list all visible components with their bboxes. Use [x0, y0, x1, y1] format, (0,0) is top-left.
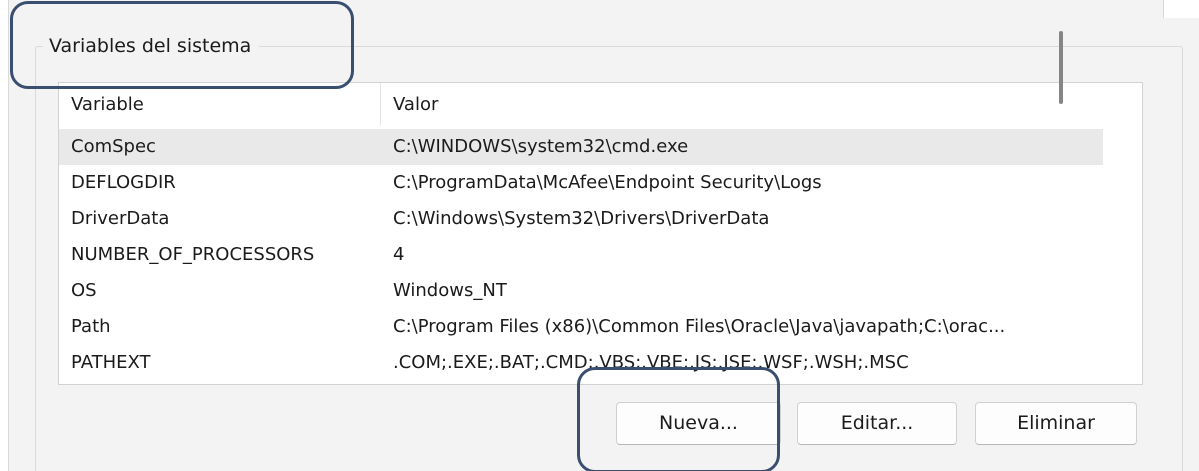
table-row[interactable]: NUMBER_OF_PROCESSORS 4 [59, 237, 1103, 273]
row-variable-value: C:\WINDOWS\system32\cmd.exe [393, 136, 689, 157]
table-row[interactable]: DriverData C:\Windows\System32\Drivers\D… [59, 201, 1103, 237]
row-variable-value: 4 [393, 244, 405, 265]
panel-border-left [8, 0, 9, 471]
table-row[interactable]: DEFLOGDIR C:\ProgramData\McAfee\Endpoint… [59, 165, 1103, 201]
annotation-highlight-new-button [577, 367, 780, 471]
edit-variable-button[interactable]: Editar... [797, 402, 957, 445]
delete-variable-button[interactable]: Eliminar [975, 402, 1137, 445]
row-variable-value: C:\ProgramData\McAfee\Endpoint Security\… [393, 172, 822, 193]
row-variable-name: NUMBER_OF_PROCESSORS [71, 244, 315, 265]
table-row[interactable]: ComSpec C:\WINDOWS\system32\cmd.exe [59, 129, 1103, 165]
row-variable-name: ComSpec [71, 136, 156, 157]
column-header-value[interactable]: Valor [381, 83, 1101, 126]
list-header: Variable Valor [59, 83, 1101, 126]
vertical-scrollbar[interactable] [1105, 83, 1142, 384]
row-variable-value: C:\Windows\System32\Drivers\DriverData [393, 208, 770, 229]
environment-variables-dialog: Variables del sistema Variable Valor Com… [0, 0, 1199, 471]
annotation-highlight-title [10, 1, 354, 89]
column-header-variable[interactable]: Variable [59, 83, 380, 126]
row-variable-name: DriverData [71, 208, 170, 229]
row-variable-name: DEFLOGDIR [71, 172, 176, 193]
row-variable-name: OS [71, 280, 97, 301]
window-edge [0, 0, 8, 471]
table-row[interactable]: Path C:\Program Files (x86)\Common Files… [59, 309, 1103, 345]
row-variable-value: C:\Program Files (x86)\Common Files\Orac… [393, 316, 1006, 337]
window-edge-right [1164, 0, 1199, 18]
system-variables-list[interactable]: Variable Valor ComSpec C:\WINDOWS\system… [58, 82, 1143, 385]
row-variable-name: Path [71, 316, 111, 337]
row-variable-name: PATHEXT [71, 352, 151, 373]
row-variable-value: Windows_NT [393, 280, 507, 301]
list-rows: ComSpec C:\WINDOWS\system32\cmd.exe DEFL… [59, 129, 1103, 381]
scrollbar-thumb[interactable] [1059, 31, 1063, 104]
table-row[interactable]: OS Windows_NT [59, 273, 1103, 309]
